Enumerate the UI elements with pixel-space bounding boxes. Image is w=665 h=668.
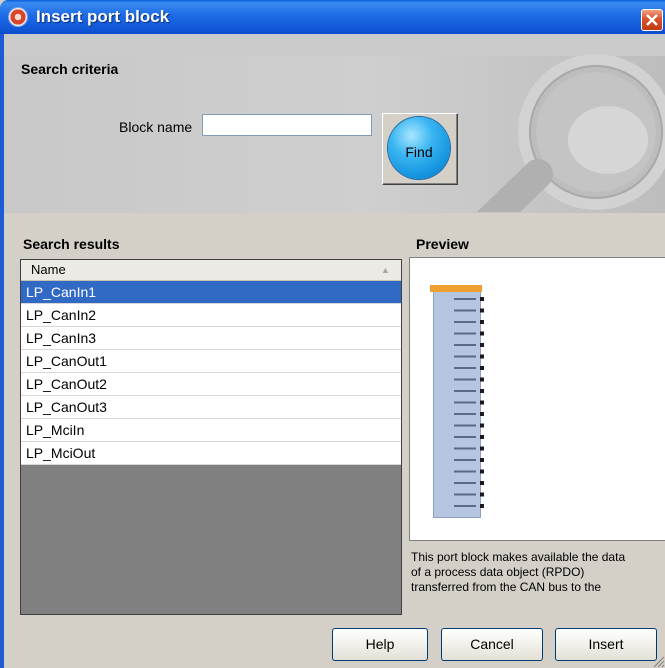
list-item[interactable]: LP_CanOut1 xyxy=(21,350,401,373)
name-column-label: Name xyxy=(31,262,66,277)
close-icon xyxy=(646,14,658,26)
list-item[interactable]: LP_MciOut xyxy=(21,442,401,465)
port-connector xyxy=(480,343,484,347)
port-label-mark xyxy=(454,447,476,450)
port-label-mark xyxy=(454,309,476,312)
name-column-header[interactable]: Name ▲ xyxy=(21,260,401,281)
preview-description: This port block makes available the data… xyxy=(411,550,665,595)
port-label-mark xyxy=(454,424,476,427)
list-item[interactable]: LP_CanIn1 xyxy=(21,281,401,304)
port-connector xyxy=(480,504,484,508)
port-connector xyxy=(480,492,484,497)
list-item[interactable]: LP_MciIn xyxy=(21,419,401,442)
port-connector xyxy=(480,446,484,451)
port-label-mark xyxy=(454,482,476,484)
find-button-sphere: Find xyxy=(388,117,450,179)
port-label-mark xyxy=(454,344,476,346)
port-label-mark xyxy=(454,298,476,300)
port-label-mark xyxy=(454,401,476,404)
port-connector xyxy=(480,481,484,485)
port-label-mark xyxy=(454,436,476,438)
cancel-button[interactable]: Cancel xyxy=(441,628,543,661)
port-connector xyxy=(480,423,484,428)
port-label-mark xyxy=(454,470,476,473)
port-connector xyxy=(480,377,484,382)
app-target-icon xyxy=(9,8,27,26)
list-item[interactable]: LP_CanIn3 xyxy=(21,327,401,350)
port-connector xyxy=(480,400,484,405)
help-button[interactable]: Help xyxy=(332,628,428,661)
list-item[interactable]: LP_CanOut3 xyxy=(21,396,401,419)
description-line: transferred from the CAN bus to the xyxy=(411,580,602,594)
block-name-label: Block name xyxy=(119,119,193,135)
sort-ascending-icon: ▲ xyxy=(381,265,390,275)
port-connector xyxy=(480,458,484,462)
block-name-input[interactable] xyxy=(202,114,372,136)
port-label-mark xyxy=(454,390,476,392)
resize-grip-icon[interactable] xyxy=(652,655,665,668)
port-label-mark xyxy=(454,355,476,358)
port-connector xyxy=(480,308,484,313)
window-title: Insert port block xyxy=(36,7,170,26)
insert-button[interactable]: Insert xyxy=(555,628,657,661)
description-line: This port block makes available the data xyxy=(411,550,626,564)
port-connector xyxy=(480,469,484,474)
list-item[interactable]: LP_CanIn2 xyxy=(21,304,401,327)
port-label-mark xyxy=(454,413,476,415)
port-label-mark xyxy=(454,493,476,496)
port-connector xyxy=(480,389,484,393)
close-button[interactable] xyxy=(641,9,663,31)
port-label-mark xyxy=(454,332,476,335)
list-item[interactable]: LP_CanOut2 xyxy=(21,373,401,396)
find-button[interactable]: Find xyxy=(382,113,458,185)
port-connector xyxy=(480,331,484,336)
port-label-mark xyxy=(454,459,476,461)
port-label-mark xyxy=(454,505,476,507)
port-label-mark xyxy=(454,321,476,323)
port-connector xyxy=(480,320,484,324)
port-connector xyxy=(480,366,484,370)
port-connector xyxy=(480,435,484,439)
port-block-ports xyxy=(454,297,484,508)
port-label-mark xyxy=(454,367,476,369)
find-button-label: Find xyxy=(405,144,433,160)
preview-heading: Preview xyxy=(416,236,469,252)
results-list[interactable]: Name ▲ LP_CanIn1 LP_CanIn2 LP_CanIn3 LP_… xyxy=(20,259,402,615)
title-bar[interactable]: Insert port block xyxy=(0,0,665,34)
search-results-heading: Search results xyxy=(23,236,120,252)
port-connector xyxy=(480,354,484,359)
search-criteria-heading: Search criteria xyxy=(21,61,119,77)
port-connector xyxy=(480,412,484,416)
magnifier-icon xyxy=(476,54,665,212)
description-line: of a process data object (RPDO) xyxy=(411,565,585,579)
port-label-mark xyxy=(454,378,476,381)
port-connector xyxy=(480,297,484,301)
